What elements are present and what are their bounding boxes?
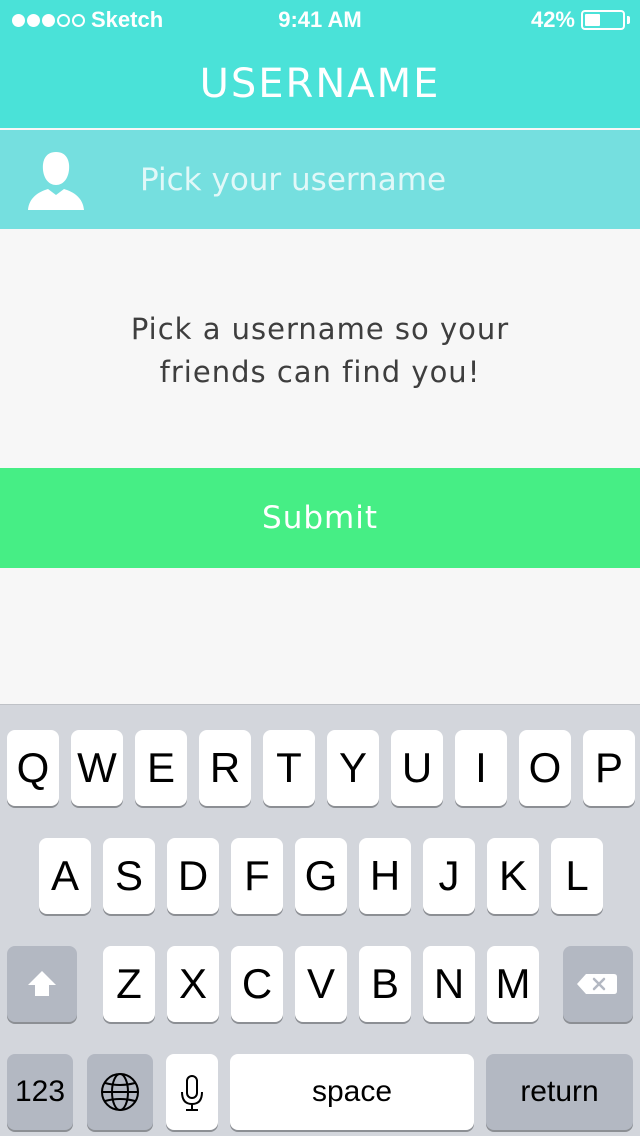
- page-title: USERNAME: [199, 61, 441, 107]
- username-field-row: [0, 130, 640, 229]
- key-r[interactable]: R: [199, 730, 251, 806]
- globe-icon: [101, 1073, 139, 1111]
- username-input[interactable]: [120, 152, 620, 208]
- key-x[interactable]: X: [167, 946, 219, 1022]
- key-c[interactable]: C: [231, 946, 283, 1022]
- key-t[interactable]: T: [263, 730, 315, 806]
- submit-button[interactable]: Submit: [0, 468, 640, 568]
- key-i[interactable]: I: [455, 730, 507, 806]
- key-b[interactable]: B: [359, 946, 411, 1022]
- return-key[interactable]: return: [486, 1054, 633, 1130]
- delete-key[interactable]: [563, 946, 633, 1022]
- user-icon: [28, 152, 84, 210]
- key-v[interactable]: V: [295, 946, 347, 1022]
- key-f[interactable]: F: [231, 838, 283, 914]
- key-l[interactable]: L: [551, 838, 603, 914]
- key-n[interactable]: N: [423, 946, 475, 1022]
- instruction-message: Pick a username so your friends can find…: [80, 308, 560, 394]
- keyboard: Q W E R T Y U I O P A S D F G H J K L Z …: [0, 704, 640, 1136]
- key-e[interactable]: E: [135, 730, 187, 806]
- key-a[interactable]: A: [39, 838, 91, 914]
- key-h[interactable]: H: [359, 838, 411, 914]
- key-j[interactable]: J: [423, 838, 475, 914]
- microphone-icon: [181, 1075, 203, 1111]
- numbers-key[interactable]: 123: [7, 1054, 73, 1130]
- microphone-key[interactable]: [166, 1054, 218, 1130]
- message-line-2: friends can find you!: [159, 355, 481, 389]
- globe-key[interactable]: [87, 1054, 153, 1130]
- key-z[interactable]: Z: [103, 946, 155, 1022]
- battery-percent: 42%: [530, 7, 575, 32]
- key-d[interactable]: D: [167, 838, 219, 914]
- battery-icon: [581, 10, 625, 30]
- battery-fill: [585, 14, 600, 26]
- key-m[interactable]: M: [487, 946, 539, 1022]
- key-q[interactable]: Q: [7, 730, 59, 806]
- message-line-1: Pick a username so your: [130, 312, 510, 346]
- key-y[interactable]: Y: [327, 730, 379, 806]
- shift-icon: [28, 971, 56, 996]
- key-u[interactable]: U: [391, 730, 443, 806]
- battery-nub: [627, 16, 630, 24]
- nav-bar: USERNAME: [0, 40, 640, 128]
- battery-indicator: 42%: [531, 8, 630, 32]
- key-w[interactable]: W: [71, 730, 123, 806]
- key-k[interactable]: K: [487, 838, 539, 914]
- key-o[interactable]: O: [519, 730, 571, 806]
- key-p[interactable]: P: [583, 730, 635, 806]
- key-g[interactable]: G: [295, 838, 347, 914]
- status-bar: Sketch 9:41 AM 42%: [0, 0, 640, 40]
- space-key[interactable]: space: [230, 1054, 474, 1130]
- shift-key[interactable]: [7, 946, 77, 1022]
- delete-icon: [577, 974, 617, 994]
- key-s[interactable]: S: [103, 838, 155, 914]
